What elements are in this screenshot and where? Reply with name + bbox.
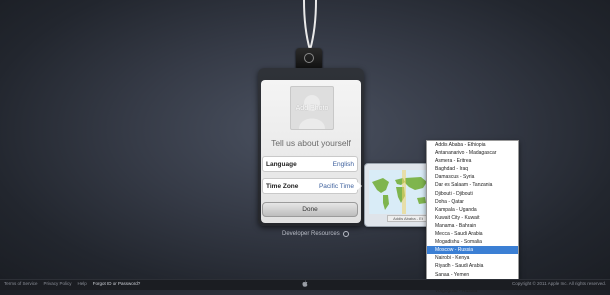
map-caption: Addis Ababa - Et: [387, 215, 429, 222]
lanyard-strap: [303, 0, 317, 51]
timezone-option[interactable]: Sanaa - Yemen: [427, 271, 518, 279]
language-value: English: [332, 160, 354, 168]
timezone-option[interactable]: Kuwait City - Kuwait: [427, 214, 518, 222]
timezone-label: Time Zone: [266, 182, 299, 190]
timezone-option[interactable]: Mecca - Saudi Arabia: [427, 230, 518, 238]
popover-pointer: [356, 181, 362, 191]
footer-link-help[interactable]: Help: [78, 281, 87, 286]
timezone-option[interactable]: Djibouti - Djibouti: [427, 190, 518, 198]
developer-resources-link[interactable]: Developer Resources: [282, 231, 349, 237]
timezone-option[interactable]: Kampala - Uganda: [427, 206, 518, 214]
developer-resources-label: Developer Resources: [282, 231, 340, 237]
timezone-value: Pacific Time: [318, 182, 354, 190]
add-photo-button[interactable]: Add Photo: [290, 86, 334, 130]
timezone-option[interactable]: Damascus - Syria: [427, 173, 518, 181]
timezone-dropdown[interactable]: Addis Ababa - Ethiopia Antananarivo - Mad…: [426, 140, 519, 294]
footer-link-privacy[interactable]: Privacy Policy: [44, 281, 72, 286]
language-label: Language: [266, 160, 297, 168]
badge-clip: [296, 48, 322, 70]
footer-link-terms[interactable]: Terms of Service: [4, 281, 38, 286]
timezone-option[interactable]: Nairobi - Kenya: [427, 254, 518, 262]
timezone-option[interactable]: Baghdad - Iraq: [427, 165, 518, 173]
done-button[interactable]: Done: [262, 202, 358, 217]
apple-logo-icon: [302, 280, 308, 287]
circle-arrow-icon: [342, 231, 349, 237]
timezone-option[interactable]: Asmera - Eritrea: [427, 157, 518, 165]
timezone-option[interactable]: Mogadishu - Somalia: [427, 238, 518, 246]
language-selector[interactable]: Language English: [262, 156, 358, 172]
timezone-selector[interactable]: Time Zone Pacific Time: [262, 178, 358, 194]
timezone-option[interactable]: Doha - Qatar: [427, 198, 518, 206]
footer-links: Terms of Service Privacy Policy Help For…: [4, 281, 140, 286]
footer-link-forgot[interactable]: Forgot ID or Password?: [93, 281, 141, 286]
timezone-option[interactable]: Addis Ababa - Ethiopia: [427, 141, 518, 149]
timezone-option[interactable]: Antananarivo - Madagascar: [427, 149, 518, 157]
add-photo-label: Add Photo: [295, 104, 329, 112]
timezone-map-panel: Addis Ababa - Et: [364, 163, 434, 227]
timezone-option[interactable]: Dar es Salaam - Tanzania: [427, 181, 518, 189]
timezone-option[interactable]: Moscow - Russia: [427, 246, 518, 255]
world-map[interactable]: [369, 170, 429, 214]
timezone-option[interactable]: Riyadh - Saudi Arabia: [427, 262, 518, 270]
badge-heading: Tell us about yourself: [271, 138, 351, 148]
timezone-option[interactable]: Manama - Bahrain: [427, 222, 518, 230]
copyright-text: Copyright © 2011 Apple Inc. All rights r…: [511, 281, 606, 286]
